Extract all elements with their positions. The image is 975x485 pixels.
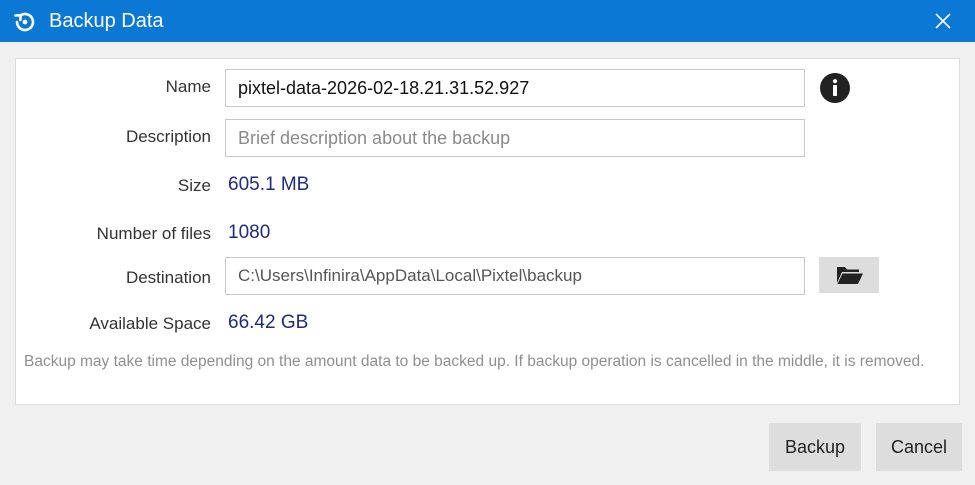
name-label: Name <box>165 77 211 96</box>
restore-icon <box>12 9 38 35</box>
title-bar: Backup Data <box>0 0 975 42</box>
available-space-label: Available Space <box>89 314 211 333</box>
destination-label: Destination <box>125 268 211 287</box>
description-label: Description <box>125 127 211 146</box>
folder-open-icon <box>837 267 863 284</box>
files-value: 1080 <box>228 222 271 243</box>
close-icon <box>935 13 951 29</box>
backup-note: Backup may take time depending on the am… <box>24 353 925 370</box>
size-label: Size <box>177 176 211 195</box>
browse-folder-button[interactable] <box>819 257 879 293</box>
info-icon[interactable] <box>820 73 850 103</box>
close-button[interactable] <box>926 4 960 38</box>
backup-form-panel: Name Description Size 605.1 MB Number of… <box>15 58 960 405</box>
available-space-value: 66.42 GB <box>228 312 309 333</box>
backup-button[interactable]: Backup <box>769 423 861 471</box>
description-field[interactable] <box>225 119 805 157</box>
size-value: 605.1 MB <box>228 174 310 195</box>
cancel-button[interactable]: Cancel <box>876 423 962 471</box>
name-field[interactable] <box>225 69 805 107</box>
window-title: Backup Data <box>49 10 164 32</box>
files-label: Number of files <box>96 224 211 243</box>
destination-field[interactable] <box>225 257 805 295</box>
